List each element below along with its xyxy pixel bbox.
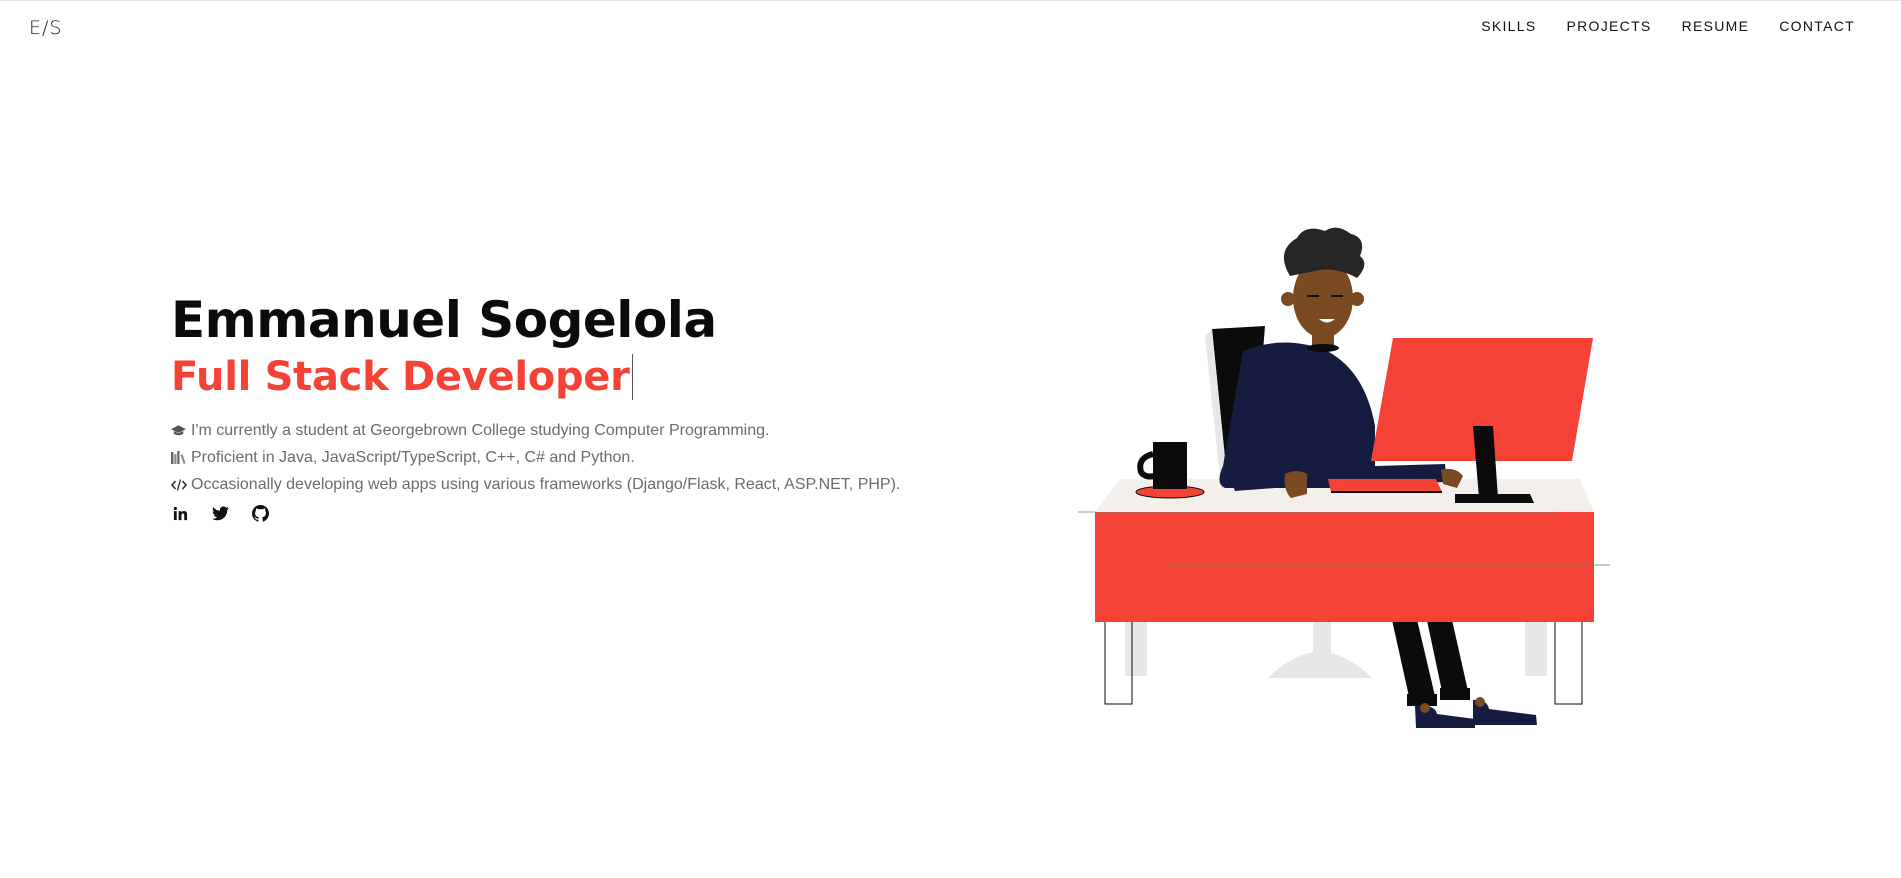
- bio-text: Occasionally developing web apps using v…: [191, 476, 901, 493]
- linkedin-icon[interactable]: [171, 504, 189, 522]
- typing-caret: [631, 354, 634, 400]
- bio-text: I'm currently a student at Georgebrown C…: [191, 422, 770, 439]
- social-links: [171, 504, 931, 522]
- twitter-icon[interactable]: [211, 504, 229, 522]
- bio-item-frameworks: Occasionally developing web apps using v…: [171, 471, 931, 498]
- bio-item-languages: Proficient in Java, JavaScript/TypeScrip…: [171, 444, 931, 471]
- hero-role: Full Stack Developer: [171, 354, 630, 400]
- books-icon: [171, 451, 189, 464]
- bio-list: I'm currently a student at Georgebrown C…: [171, 417, 931, 498]
- developer-illustration: [1075, 226, 1615, 741]
- main-nav: SKILLS PROJECTS RESUME CONTACT: [1481, 18, 1855, 34]
- github-icon[interactable]: [251, 504, 269, 522]
- role-wrapper: Full Stack Developer: [171, 351, 931, 403]
- code-icon: [171, 478, 189, 491]
- nav-skills[interactable]: SKILLS: [1481, 18, 1536, 34]
- nav-contact[interactable]: CONTACT: [1779, 18, 1855, 34]
- hero-section: Emmanuel Sogelola Full Stack Developer I…: [171, 291, 931, 522]
- bio-item-education: I'm currently a student at Georgebrown C…: [171, 417, 931, 444]
- site-logo[interactable]: E/S: [29, 17, 62, 39]
- nav-projects[interactable]: PROJECTS: [1566, 18, 1651, 34]
- graduation-cap-icon: [171, 424, 189, 437]
- hero-name: Emmanuel Sogelola: [171, 291, 717, 349]
- bio-text: Proficient in Java, JavaScript/TypeScrip…: [191, 449, 635, 466]
- nav-resume[interactable]: RESUME: [1682, 18, 1750, 34]
